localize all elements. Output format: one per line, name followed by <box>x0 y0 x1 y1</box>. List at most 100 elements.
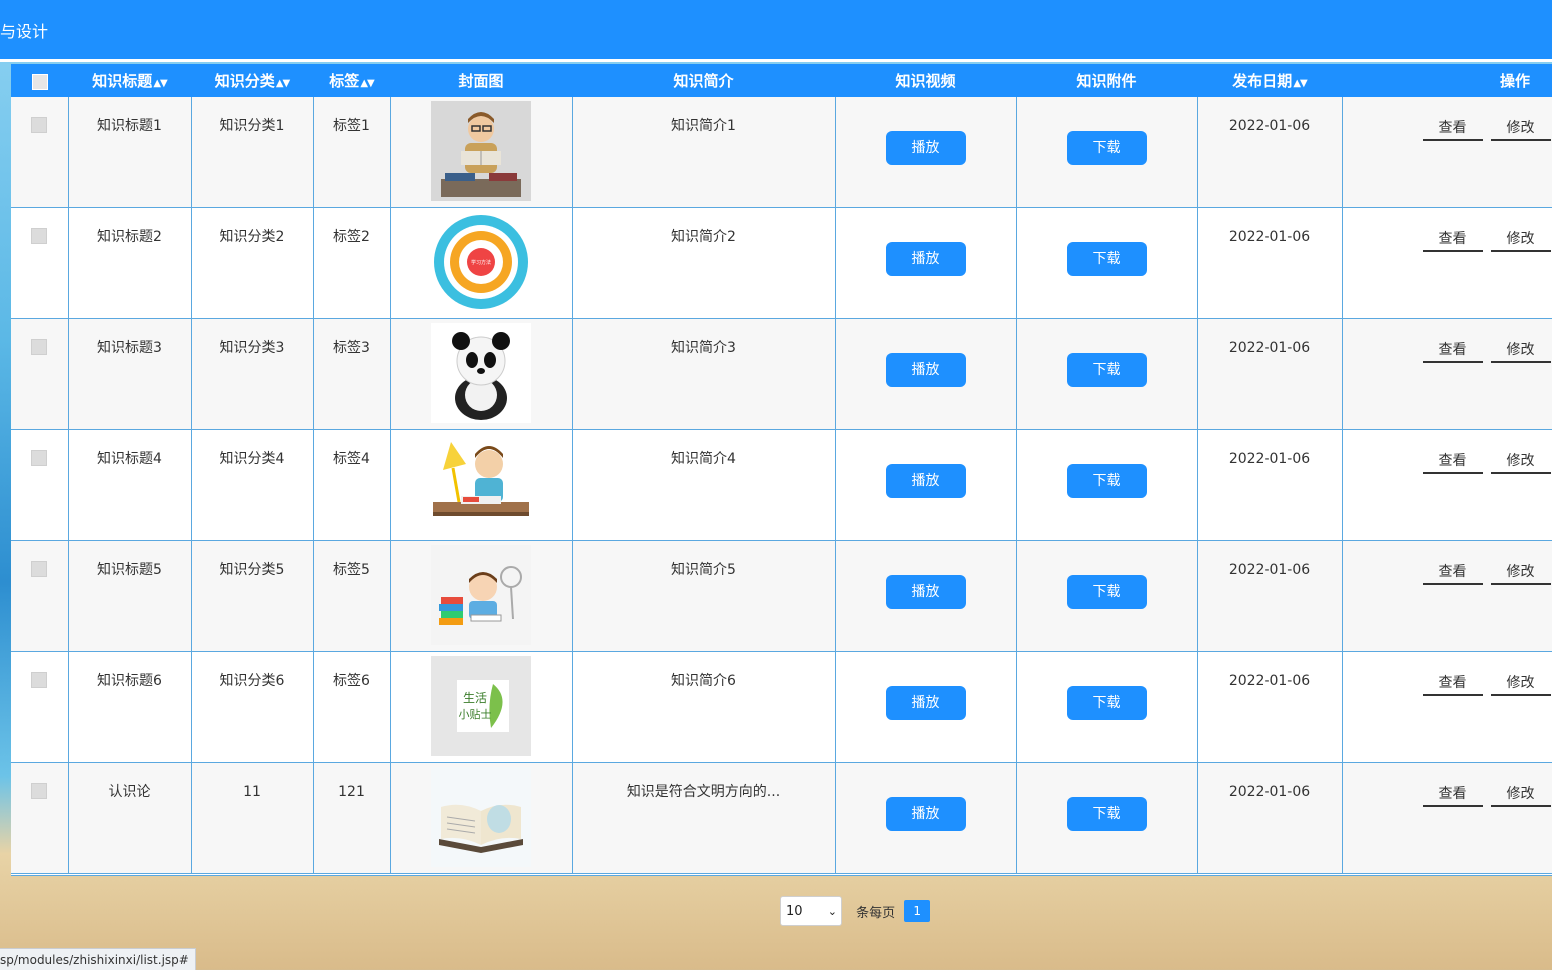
knowledge-intro: 知识是符合文明方向的... <box>626 784 781 800</box>
title-cell: 知识标题4 <box>67 429 192 541</box>
play-button[interactable]: 播放 <box>885 131 966 165</box>
row-checkbox[interactable] <box>31 450 48 466</box>
tag-cell: 121 <box>312 762 391 874</box>
column-header-date[interactable]: 发布日期▲▼ <box>1197 64 1342 97</box>
view-button[interactable]: 查看 <box>1422 450 1483 474</box>
panda-image <box>431 323 531 423</box>
publish-date: 2022-01-06 <box>1228 340 1311 356</box>
download-button[interactable]: 下载 <box>1066 797 1147 831</box>
table-row: 认识论 11 121 知识是符合文明方向的... 播放 下载 2022-01-06 查看 修改 <box>11 762 1552 874</box>
edit-button[interactable]: 修改 <box>1490 450 1551 474</box>
column-header-label: 知识附件 <box>1076 72 1137 90</box>
column-header-video: 知识视频 <box>835 64 1016 97</box>
svg-text:学习方法: 学习方法 <box>471 259 491 266</box>
row-checkbox[interactable] <box>31 339 48 355</box>
tag-cell: 标签2 <box>312 207 391 319</box>
row-checkbox[interactable] <box>31 561 48 577</box>
video-cell: 播放 <box>834 97 1017 208</box>
view-button[interactable]: 查看 <box>1422 228 1483 252</box>
circle-diagram-image: 学习方法 <box>431 212 531 312</box>
tag-cell: 标签6 <box>312 651 391 763</box>
view-button[interactable]: 查看 <box>1422 339 1483 363</box>
row-select-cell[interactable] <box>11 540 69 652</box>
row-select-cell[interactable] <box>11 318 69 430</box>
download-button[interactable]: 下载 <box>1066 131 1147 165</box>
row-select-cell[interactable] <box>11 207 69 319</box>
row-actions: 查看 修改 <box>1422 672 1552 696</box>
attachment-cell: 下载 <box>1015 762 1198 874</box>
intro-cell: 知识简介3 <box>571 318 836 430</box>
attachment-cell: 下载 <box>1015 651 1198 763</box>
play-button[interactable]: 播放 <box>885 242 966 276</box>
knowledge-intro: 知识简介5 <box>671 562 736 578</box>
edit-button[interactable]: 修改 <box>1490 117 1551 141</box>
life-tips-image: 生活 小贴士 <box>431 656 531 756</box>
knowledge-category: 知识分类3 <box>219 340 285 356</box>
download-button[interactable]: 下载 <box>1066 242 1147 276</box>
intro-cell: 知识简介4 <box>571 429 836 541</box>
row-checkbox[interactable] <box>31 228 48 244</box>
publish-date: 2022-01-06 <box>1228 451 1311 467</box>
actions-cell: 查看 修改 <box>1341 651 1552 763</box>
sort-icon[interactable]: ▲▼ <box>360 78 374 89</box>
row-select-cell[interactable] <box>11 97 69 208</box>
row-checkbox[interactable] <box>31 783 48 799</box>
sort-icon[interactable]: ▲▼ <box>1293 78 1307 89</box>
row-actions: 查看 修改 <box>1422 339 1552 363</box>
play-button[interactable]: 播放 <box>885 464 966 498</box>
date-cell: 2022-01-06 <box>1196 429 1343 541</box>
pagination: 10 ⌄ 条每页 1 <box>780 896 931 928</box>
title-cell: 知识标题5 <box>67 540 192 652</box>
play-button[interactable]: 播放 <box>885 353 966 387</box>
view-button[interactable]: 查看 <box>1422 783 1483 807</box>
row-select-cell[interactable] <box>11 762 69 874</box>
knowledge-category: 知识分类4 <box>219 451 285 467</box>
view-button[interactable]: 查看 <box>1422 561 1483 585</box>
knowledge-category: 知识分类5 <box>219 562 285 578</box>
actions-cell: 查看 修改 <box>1341 540 1552 652</box>
knowledge-title: 知识标题5 <box>97 562 162 578</box>
row-select-cell[interactable] <box>11 651 69 763</box>
play-button[interactable]: 播放 <box>885 686 966 720</box>
intro-cell: 知识简介1 <box>571 97 836 208</box>
edit-button[interactable]: 修改 <box>1490 672 1551 696</box>
knowledge-tag: 标签2 <box>333 229 370 245</box>
sort-icon[interactable]: ▲▼ <box>153 78 167 89</box>
sort-icon[interactable]: ▲▼ <box>276 78 290 89</box>
column-header-label: 操作 <box>1499 72 1530 90</box>
column-header-attachment: 知识附件 <box>1016 64 1197 97</box>
knowledge-intro: 知识简介4 <box>671 451 736 467</box>
category-cell: 知识分类3 <box>190 318 314 430</box>
edit-button[interactable]: 修改 <box>1490 228 1551 252</box>
download-button[interactable]: 下载 <box>1066 686 1147 720</box>
view-button[interactable]: 查看 <box>1422 117 1483 141</box>
download-button[interactable]: 下载 <box>1066 353 1147 387</box>
edit-button[interactable]: 修改 <box>1490 339 1551 363</box>
table-header-row: 知识标题▲▼ 知识分类▲▼ 标签▲▼ 封面图 知识简介 知识视频 知识附件 发布… <box>11 64 1552 97</box>
column-header-label: 知识分类 <box>214 72 275 90</box>
edit-button[interactable]: 修改 <box>1490 783 1551 807</box>
select-all-checkbox[interactable] <box>31 73 48 90</box>
edit-button[interactable]: 修改 <box>1490 561 1551 585</box>
page-size-select[interactable]: 10 ⌄ <box>780 896 842 926</box>
knowledge-title: 知识标题1 <box>97 118 162 134</box>
column-header-category[interactable]: 知识分类▲▼ <box>191 64 313 97</box>
download-button[interactable]: 下载 <box>1066 464 1147 498</box>
knowledge-title: 知识标题2 <box>97 229 162 245</box>
play-button[interactable]: 播放 <box>885 797 966 831</box>
download-button[interactable]: 下载 <box>1066 575 1147 609</box>
play-button[interactable]: 播放 <box>885 575 966 609</box>
table-row: 知识标题6 知识分类6 标签6 生活 小贴士 知识简介6 播放 下载 2022-01-06 查看修… <box>11 651 1552 763</box>
select-all-header[interactable] <box>11 64 68 97</box>
page-number-current[interactable]: 1 <box>904 900 931 922</box>
column-header-tag[interactable]: 标签▲▼ <box>313 64 390 97</box>
view-button[interactable]: 查看 <box>1422 672 1483 696</box>
knowledge-tag: 标签5 <box>333 562 370 578</box>
row-select-cell[interactable] <box>11 429 69 541</box>
column-header-intro: 知识简介 <box>572 64 835 97</box>
row-checkbox[interactable] <box>31 117 48 133</box>
column-header-label: 封面图 <box>458 72 504 90</box>
row-checkbox[interactable] <box>31 672 48 688</box>
column-header-title[interactable]: 知识标题▲▼ <box>68 64 191 97</box>
actions-cell: 查看 修改 <box>1341 429 1552 541</box>
